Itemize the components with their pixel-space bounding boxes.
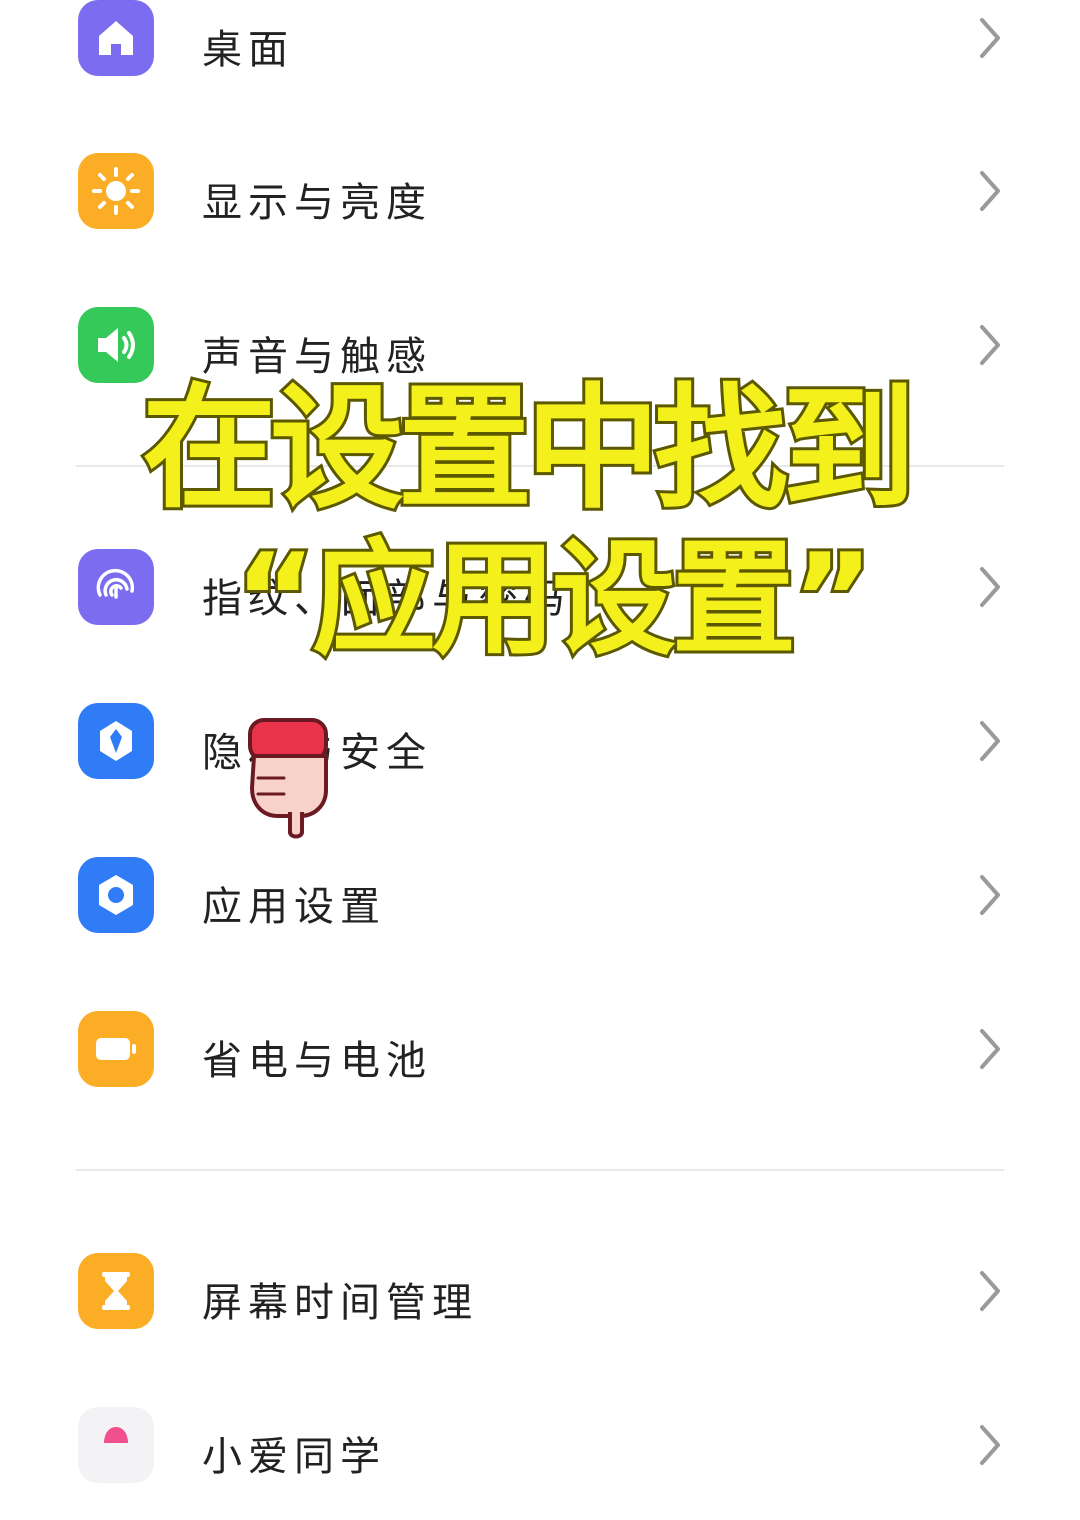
settings-item-assistant[interactable]: 小爱同学	[0, 1370, 1080, 1520]
chevron-right-icon	[980, 721, 1000, 761]
settings-item-desktop[interactable]: 桌面	[0, 0, 1080, 113]
hourglass-icon	[78, 1253, 154, 1329]
settings-item-label: 桌面	[202, 27, 294, 73]
settings-item-label: 屏幕时间管理	[202, 1280, 478, 1326]
settings-item-display-brightness[interactable]: 显示与亮度	[0, 116, 1080, 266]
chevron-right-icon	[980, 1425, 1000, 1465]
home-icon	[78, 0, 154, 76]
chevron-right-icon	[980, 1029, 1000, 1069]
overlay-title-line2: “应用设置”	[232, 525, 877, 675]
chevron-right-icon	[980, 875, 1000, 915]
settings-item-label: 省电与电池	[202, 1038, 432, 1084]
settings-item-label: 应用设置	[202, 884, 386, 930]
pointing-hand-icon	[248, 718, 328, 839]
settings-item-power-battery[interactable]: 省电与电池	[0, 974, 1080, 1124]
chevron-right-icon	[980, 1271, 1000, 1311]
section-divider	[76, 1169, 1004, 1171]
sun-icon	[78, 153, 154, 229]
chevron-right-icon	[980, 18, 1000, 58]
settings-item-screen-time[interactable]: 屏幕时间管理	[0, 1216, 1080, 1366]
settings-item-privacy-security[interactable]: 隐私与安全	[0, 666, 1080, 816]
settings-item-app-settings[interactable]: 应用设置	[0, 820, 1080, 970]
chevron-right-icon	[980, 171, 1000, 211]
app-settings-icon	[78, 857, 154, 933]
assistant-icon	[78, 1407, 154, 1483]
settings-item-label: 显示与亮度	[202, 180, 432, 226]
settings-item-label: 小爱同学	[202, 1434, 386, 1480]
battery-icon	[78, 1011, 154, 1087]
shield-icon	[78, 703, 154, 779]
